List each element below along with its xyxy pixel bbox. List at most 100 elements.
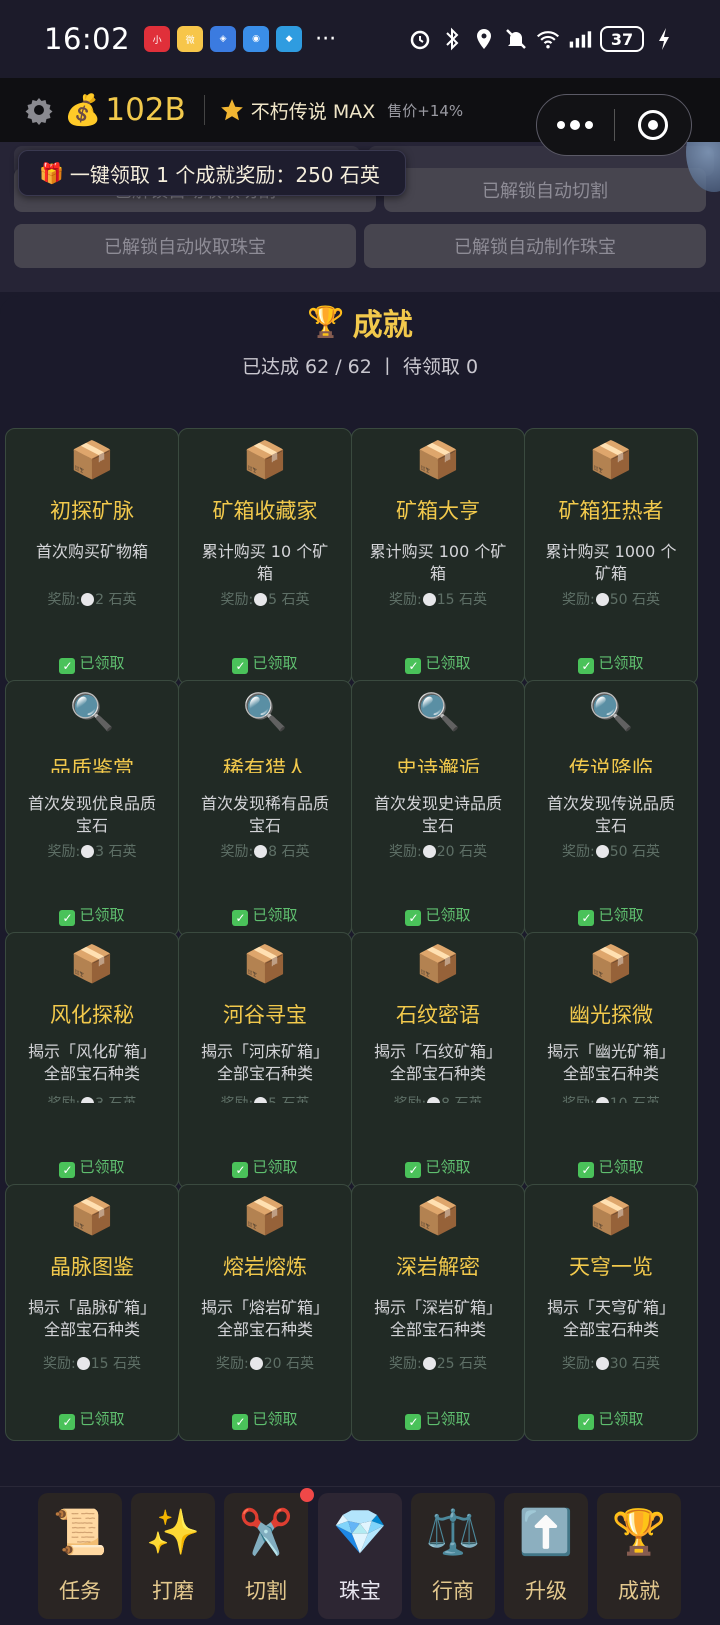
- tab-merchant[interactable]: ⚖️ 行商: [411, 1493, 495, 1619]
- unlock-auto-make-jewel-button[interactable]: 已解锁自动制作珠宝: [364, 224, 706, 268]
- system-icons: 37: [408, 26, 676, 52]
- claimed-label: 已领取: [79, 906, 125, 924]
- achievement-desc: 揭示「风化矿箱」全部宝石种类: [27, 1042, 156, 1083]
- settings-gear-icon[interactable]: [22, 93, 56, 127]
- mute-bell-icon: [504, 27, 528, 51]
- reward-amount: 3: [95, 844, 105, 860]
- reward-amount: 5: [268, 1096, 277, 1103]
- checkbox-icon: ✓: [578, 1414, 595, 1430]
- reward-unit: 石英: [104, 1096, 137, 1103]
- checkbox-icon: ✓: [578, 910, 595, 926]
- achievement-card[interactable]: 📦 深岩解密 揭示「深岩矿箱」全部宝石种类 奖励: 25 石英 ✓ 已领取: [351, 1184, 525, 1441]
- nav-label: 珠宝: [339, 1579, 381, 1603]
- achievement-card[interactable]: 🔍 稀有猎人 首次发现稀有品质宝石 奖励: 8 石英 ✓ 已领取: [178, 680, 352, 937]
- achievement-card[interactable]: 📦 风化探秘揭示「风化矿箱」全部宝石种类奖励: 3 石英 ✓已领取: [5, 932, 179, 1189]
- magnifier-icon: 🔍: [242, 692, 288, 733]
- checkbox-icon: ✓: [578, 1162, 595, 1178]
- achievement-card[interactable]: 📦 幽光探微揭示「幽光矿箱」全部宝石种类奖励: 10 石英 ✓已领取: [524, 932, 698, 1189]
- mineral-box-icon: 📦: [69, 1196, 115, 1237]
- achievement-reward: 奖励: 5 石英: [179, 589, 351, 609]
- claimed-status: ✓ 已领取: [6, 1408, 178, 1430]
- more-options-icon[interactable]: [537, 120, 614, 130]
- reward-unit: 石英: [454, 592, 487, 608]
- achievement-name: 矿箱大亨: [396, 499, 480, 523]
- alarm-icon: [408, 27, 432, 51]
- achievement-card[interactable]: 📦 天穹一览 揭示「天穹矿箱」全部宝石种类 奖励: 30 石英 ✓ 已领取: [524, 1184, 698, 1441]
- scale-icon: ⚖️: [425, 1507, 481, 1558]
- chat-app-icon: ◉: [243, 26, 270, 52]
- achievement-card[interactable]: 📦 晶脉图鉴 揭示「晶脉矿箱」全部宝石种类 奖励: 15 石英 ✓ 已领取: [5, 1184, 179, 1441]
- checkbox-icon: ✓: [59, 658, 76, 674]
- quartz-icon: [254, 1097, 268, 1103]
- achievement-card[interactable]: 📦 熔岩熔炼 揭示「熔岩矿箱」全部宝石种类 奖励: 20 石英 ✓ 已领取: [178, 1184, 352, 1441]
- claimed-label: 已领取: [79, 1410, 125, 1428]
- achievement-card[interactable]: 🔍 史诗邂逅 首次发现史诗品质宝石 奖励: 20 石英 ✓ 已领取: [351, 680, 525, 937]
- reward-prefix: 奖励:: [47, 592, 81, 608]
- achievement-card[interactable]: 🔍 品质鉴赏 首次发现优良品质宝石 奖励: 3 石英 ✓ 已领取: [5, 680, 179, 937]
- checkbox-icon: ✓: [232, 1162, 249, 1178]
- claimed-status: ✓ 已领取: [352, 652, 524, 674]
- mineral-box-icon: 📦: [415, 440, 461, 481]
- reward-amount: 8: [441, 1096, 450, 1103]
- achievement-card[interactable]: 📦 石纹密语揭示「石纹矿箱」全部宝石种类奖励: 8 石英 ✓已领取: [351, 932, 525, 1189]
- reward-unit: 石英: [450, 1096, 483, 1103]
- claimed-status: ✓ 已领取: [352, 904, 524, 926]
- reward-amount: 30: [609, 1356, 628, 1372]
- xiaohongshu-icon: 小: [144, 26, 171, 52]
- header-divider: [203, 95, 205, 125]
- bird-app-icon: ◆: [276, 26, 303, 52]
- unlock-auto-collect-jewel-button[interactable]: 已解锁自动收取珠宝: [14, 224, 356, 268]
- tab-upgrade[interactable]: ⬆️ 升级: [504, 1493, 588, 1619]
- tab-achievements[interactable]: 🏆 成就: [597, 1493, 681, 1619]
- achievement-reward: 奖励: 2 石英: [6, 589, 178, 609]
- achievement-card[interactable]: 📦 矿箱收藏家 累计购买 10 个矿箱 奖励: 5 石英 ✓ 已领取: [178, 428, 352, 685]
- reward-unit: 石英: [277, 592, 310, 608]
- claim-all-toast[interactable]: 🎁 一键领取 1 个成就奖励：250 石英: [18, 150, 406, 196]
- reward-unit: 石英: [281, 1356, 314, 1372]
- achievement-reward: 奖励: 50 石英: [525, 841, 697, 861]
- achievement-name: 深岩解密: [396, 1255, 480, 1279]
- achievement-card[interactable]: 📦 河谷寻宝揭示「河床矿箱」全部宝石种类奖励: 5 石英 ✓已领取: [178, 932, 352, 1189]
- mineral-box-icon: 📦: [69, 944, 115, 985]
- close-miniprogram-icon[interactable]: [615, 110, 692, 140]
- claimed-label: 已领取: [79, 1158, 125, 1176]
- achievement-reward: 奖励: 3 石英: [6, 1093, 178, 1103]
- achievement-desc: 首次发现史诗品质宝石: [373, 794, 502, 835]
- tab-polish[interactable]: ✨ 打磨: [131, 1493, 215, 1619]
- reward-unit: 石英: [104, 844, 137, 860]
- mineral-box-icon: 📦: [588, 944, 634, 985]
- unlock-auto-cut-button[interactable]: 已解锁自动切割: [384, 168, 706, 212]
- reward-prefix: 奖励:: [47, 844, 81, 860]
- quartz-icon: [422, 1357, 436, 1370]
- reward-unit: 石英: [277, 1096, 310, 1103]
- reward-unit: 石英: [627, 1356, 660, 1372]
- nav-label: 成就: [618, 1579, 660, 1603]
- reward-amount: 25: [436, 1356, 455, 1372]
- tab-jewelry[interactable]: 💎 珠宝: [318, 1493, 402, 1619]
- reward-amount: 3: [95, 1096, 104, 1103]
- achievement-reward: 奖励: 15 石英: [352, 589, 524, 609]
- achievement-name: 传说降临: [569, 757, 653, 773]
- achievement-card[interactable]: 📦 初探矿脉 首次购买矿物箱 奖励: 2 石英 ✓ 已领取: [5, 428, 179, 685]
- achievement-name: 晶脉图鉴: [50, 1255, 134, 1279]
- claimed-status: ✓ 已领取: [179, 904, 351, 926]
- achievement-card[interactable]: 🔍 传说降临 首次发现传说品质宝石 奖励: 50 石英 ✓ 已领取: [524, 680, 698, 937]
- achievement-reward: 奖励: 20 石英: [352, 841, 524, 861]
- claimed-label: 已领取: [252, 1410, 298, 1428]
- tab-tasks[interactable]: 📜 任务: [38, 1493, 122, 1619]
- reward-prefix: 奖励:: [220, 592, 254, 608]
- quartz-icon: [595, 845, 609, 858]
- achievement-card[interactable]: 📦 矿箱大亨 累计购买 100 个矿箱 奖励: 15 石英 ✓ 已领取: [351, 428, 525, 685]
- claimed-label: 已领取: [425, 654, 471, 672]
- achievement-card[interactable]: 📦 矿箱狂热者 累计购买 1000 个矿箱 奖励: 50 石英 ✓ 已领取: [524, 428, 698, 685]
- rank-label: 不朽传说 MAX: [250, 100, 376, 123]
- more-notifications-icon: ···: [315, 26, 337, 52]
- claimed-status: ✓ 已领取: [6, 904, 178, 926]
- mineral-box-icon: 📦: [242, 440, 288, 481]
- achievement-reward: 奖励: 20 石英: [179, 1353, 351, 1373]
- achievement-reward: 奖励: 30 石英: [525, 1353, 697, 1373]
- achievements-progress: 已达成 62 / 62 丨 待领取 0: [241, 356, 479, 378]
- tab-cut[interactable]: ✂️ 切割: [224, 1488, 314, 1619]
- mineral-box-icon: 📦: [588, 1196, 634, 1237]
- mineral-box-icon: 📦: [415, 1196, 461, 1237]
